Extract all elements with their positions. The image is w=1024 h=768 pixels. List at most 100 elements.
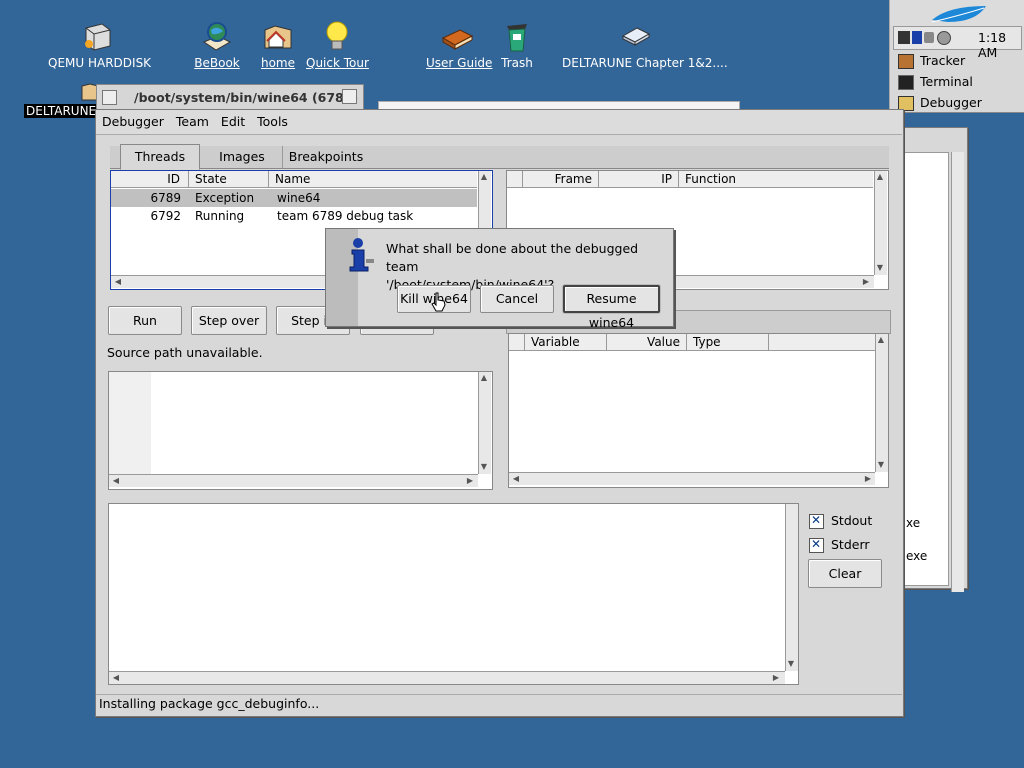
clear-button[interactable]: Clear (808, 559, 882, 588)
console-output[interactable]: ▼ ◀ ▶ (108, 503, 799, 685)
cancel-button[interactable]: Cancel (480, 285, 554, 313)
desktop-icon-label: Trash (501, 56, 533, 70)
column-label: Name (275, 172, 311, 186)
deskbar-menu[interactable] (890, 0, 1024, 26)
tab-images[interactable]: Images (202, 146, 283, 168)
col-state[interactable]: State (189, 171, 269, 187)
deskbar-item-label: Terminal (920, 74, 973, 89)
desktop-icon-label: BeBook (194, 56, 240, 70)
stderr-checkbox[interactable]: Stderr (809, 537, 879, 553)
source-view[interactable]: ▲ ▼ ◀ ▶ (108, 371, 493, 490)
button-label: Clear (828, 566, 862, 581)
desktop-icon-home[interactable]: home (258, 20, 298, 70)
desktop-icon-deltarune-folder[interactable]: DELTARUNE C (24, 82, 108, 118)
background-window[interactable]: xe exe (900, 127, 968, 592)
col-spacer (509, 334, 525, 350)
stack-header: Frame IP Function (507, 171, 873, 188)
volume-icon[interactable] (924, 32, 934, 43)
tab-bar: Threads Images Breakpoints (110, 144, 889, 170)
status-bar: Installing package gcc_debuginfo... (96, 694, 902, 715)
desktop-icon-label: QEMU HARDDISK (48, 56, 152, 70)
table-row[interactable]: 6789 Exception wine64 (111, 189, 477, 207)
leaf-icon (931, 6, 986, 23)
console-hscroll[interactable]: ◀ ▶ (109, 671, 785, 684)
close-window-button[interactable] (102, 90, 117, 105)
variables-list[interactable]: Variable Value Type ▲ ▼ ◀ ▶ (508, 333, 889, 488)
home-folder-icon (261, 20, 295, 54)
desktop-icon-label: home (260, 56, 296, 70)
window-title: /boot/system/bin/wine64 (6789) (134, 90, 359, 105)
info-icon (349, 238, 374, 272)
menu-debugger[interactable]: Debugger (96, 110, 170, 134)
trash-icon (500, 20, 534, 54)
thread-name: team 6789 debug task (277, 209, 414, 223)
background-scrollbar[interactable] (951, 152, 964, 592)
system-tray: 1:18 AM (893, 26, 1022, 60)
col-name[interactable]: Name (269, 171, 477, 187)
cpu-monitor-icon[interactable] (898, 31, 910, 44)
thread-id: 6792 (150, 209, 181, 223)
menu-tools[interactable]: Tools (251, 110, 294, 134)
run-button[interactable]: Run (108, 306, 182, 335)
window-tab[interactable]: /boot/system/bin/wine64 (6789) (96, 84, 364, 110)
tab-label: Images (219, 149, 265, 164)
line-number-gutter (109, 372, 151, 474)
col-value[interactable]: Value (607, 334, 687, 350)
resume-button[interactable]: Resume wine64 (563, 285, 660, 330)
thread-state: Running (195, 209, 245, 223)
tab-breakpoints[interactable]: Breakpoints (284, 146, 368, 168)
menu-bar: Debugger Team Edit Tools (96, 110, 902, 135)
column-label: ID (167, 172, 180, 186)
deskbar-item-tracker[interactable]: Tracker (890, 50, 1024, 71)
col-id[interactable]: ID (111, 171, 189, 187)
source-vscroll[interactable]: ▲ ▼ (478, 372, 491, 474)
zoom-button[interactable] (342, 89, 357, 104)
table-row[interactable]: 6792 Running team 6789 debug task (111, 207, 477, 225)
col-type[interactable]: Type (687, 334, 769, 350)
threads-header: ID State Name (111, 171, 477, 188)
desktop-icon-harddisk[interactable]: QEMU HARDDISK (48, 20, 152, 70)
col-function[interactable]: Function (679, 171, 873, 187)
thread-state: Exception (195, 191, 255, 205)
variables-vscroll[interactable]: ▲ ▼ (875, 334, 888, 472)
book-icon (440, 20, 474, 54)
step-over-button[interactable]: Step over (191, 306, 267, 335)
stdout-checkbox[interactable]: Stdout (809, 513, 879, 529)
column-label: Frame (554, 172, 592, 186)
desktop-icon-trash[interactable]: Trash (500, 20, 534, 70)
deskbar-item-label: Debugger (920, 95, 982, 110)
column-label: State (195, 172, 227, 186)
column-label: Function (685, 172, 737, 186)
deskbar-item-terminal[interactable]: Terminal (890, 71, 1024, 92)
status-text: Installing package gcc_debuginfo... (99, 696, 320, 711)
network-icon[interactable] (912, 31, 922, 44)
desktop-icon-deltarune[interactable]: DELTARUNE Chapter 1&2.... (562, 20, 728, 70)
tab-label: Breakpoints (288, 149, 364, 164)
col-ip[interactable]: IP (599, 171, 679, 187)
source-hscroll[interactable]: ◀ ▶ (109, 474, 478, 487)
stack-vscroll[interactable]: ▲ ▼ (874, 171, 887, 275)
settings-icon[interactable] (937, 31, 951, 45)
background-text: xe (906, 516, 921, 530)
col-spacer (507, 171, 523, 187)
desktop-icon-quick-tour[interactable]: Quick Tour (306, 20, 369, 70)
console-vscroll[interactable]: ▼ (785, 504, 798, 671)
checkbox-label: Stdout (831, 513, 873, 528)
tab-label: Threads (134, 149, 186, 164)
menu-team[interactable]: Team (170, 110, 215, 134)
desktop-icon-label: User Guide (426, 56, 493, 70)
col-frame[interactable]: Frame (523, 171, 599, 187)
deskbar-item-debugger[interactable]: Debugger (890, 92, 1024, 113)
checkbox-box (809, 537, 824, 553)
menu-edit[interactable]: Edit (215, 110, 251, 134)
variables-hscroll[interactable]: ◀ ▶ (509, 472, 875, 485)
source-status: Source path unavailable. (107, 345, 263, 360)
background-text: exe (906, 549, 928, 563)
desktop-icon-bebook[interactable]: BeBook (190, 20, 244, 70)
button-label: Run (133, 313, 157, 328)
desktop-icon-user-guide[interactable]: User Guide (426, 20, 493, 70)
tab-threads[interactable]: Threads (120, 144, 200, 170)
col-variable[interactable]: Variable (525, 334, 607, 350)
harddisk-icon (80, 20, 114, 54)
column-label: IP (661, 172, 672, 186)
